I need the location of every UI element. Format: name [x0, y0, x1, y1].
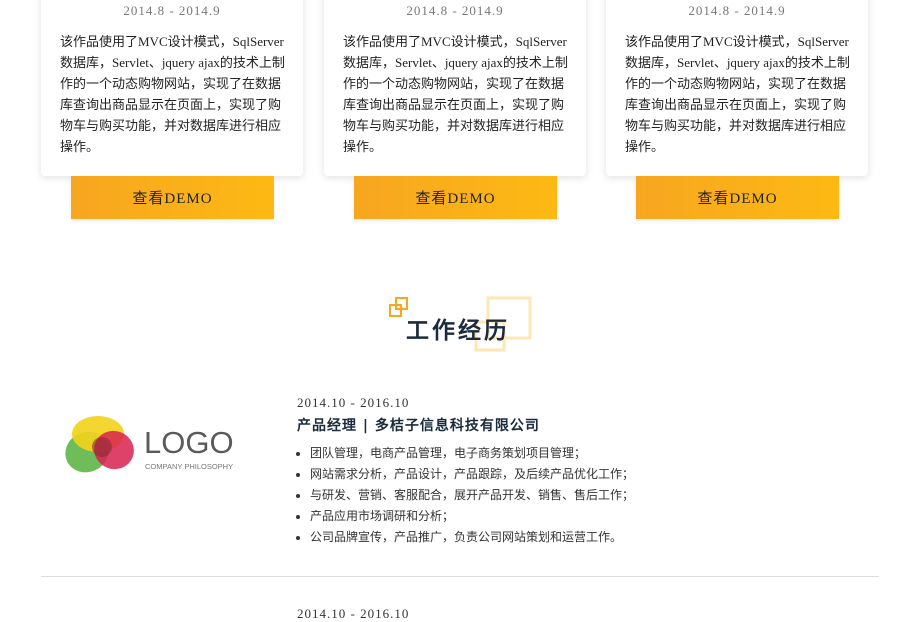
logo-text: LOGO [144, 425, 234, 460]
logo-tagline: COMPANY PHILOSOPHY [145, 462, 233, 471]
job-divider [41, 576, 879, 577]
duty-item: 产品应用市场调研和分析； [310, 506, 634, 527]
job-date: 2014.10 - 2016.10 [297, 395, 410, 410]
project-date: 2014.8 - 2014.9 [406, 3, 504, 18]
duty-item: 团队管理，电商产品管理，电子商务策划项目管理； [310, 443, 634, 464]
view-demo-button[interactable]: 查看DEMO [354, 176, 557, 219]
view-demo-button[interactable]: 查看DEMO [71, 176, 274, 219]
project-cards: 2014.8 - 2014.9 该作品使用了MVC设计模式，SqlServer数… [0, 0, 916, 230]
job-date: 2014.10 - 2016.10 [297, 606, 410, 621]
duty-item: 公司品牌宣传，产品推广，负责公司网站策划和运营工作。 [310, 527, 634, 548]
project-description: 该作品使用了MVC设计模式，SqlServer数据库，Servlet、jquer… [343, 34, 568, 154]
project-date: 2014.8 - 2014.9 [688, 3, 786, 18]
project-card: 2014.8 - 2014.9 该作品使用了MVC设计模式，SqlServer数… [41, 0, 303, 176]
duty-item: 与研发、营销、客服配合，展开产品开发、销售、售后工作； [310, 485, 634, 506]
project-description: 该作品使用了MVC设计模式，SqlServer数据库，Servlet、jquer… [625, 34, 850, 154]
job-title: 产品经理 | 多桔子信息科技有限公司 [297, 418, 540, 434]
job-duties: 团队管理，电商产品管理，电子商务策划项目管理； 网站需求分析，产品设计，产品跟踪… [297, 443, 634, 548]
section-title: 工作经历 [406, 318, 510, 344]
project-card: 2014.8 - 2014.9 该作品使用了MVC设计模式，SqlServer数… [606, 0, 868, 176]
view-demo-button[interactable]: 查看DEMO [636, 176, 839, 219]
duty-item: 网站需求分析，产品设计，产品跟踪，及后续产品优化工作； [310, 464, 634, 485]
project-description: 该作品使用了MVC设计模式，SqlServer数据库，Servlet、jquer… [60, 34, 285, 154]
project-date: 2014.8 - 2014.9 [123, 3, 221, 18]
project-card: 2014.8 - 2014.9 该作品使用了MVC设计模式，SqlServer数… [324, 0, 586, 176]
company-logo: LOGO COMPANY PHILOSOPHY [65, 416, 234, 473]
